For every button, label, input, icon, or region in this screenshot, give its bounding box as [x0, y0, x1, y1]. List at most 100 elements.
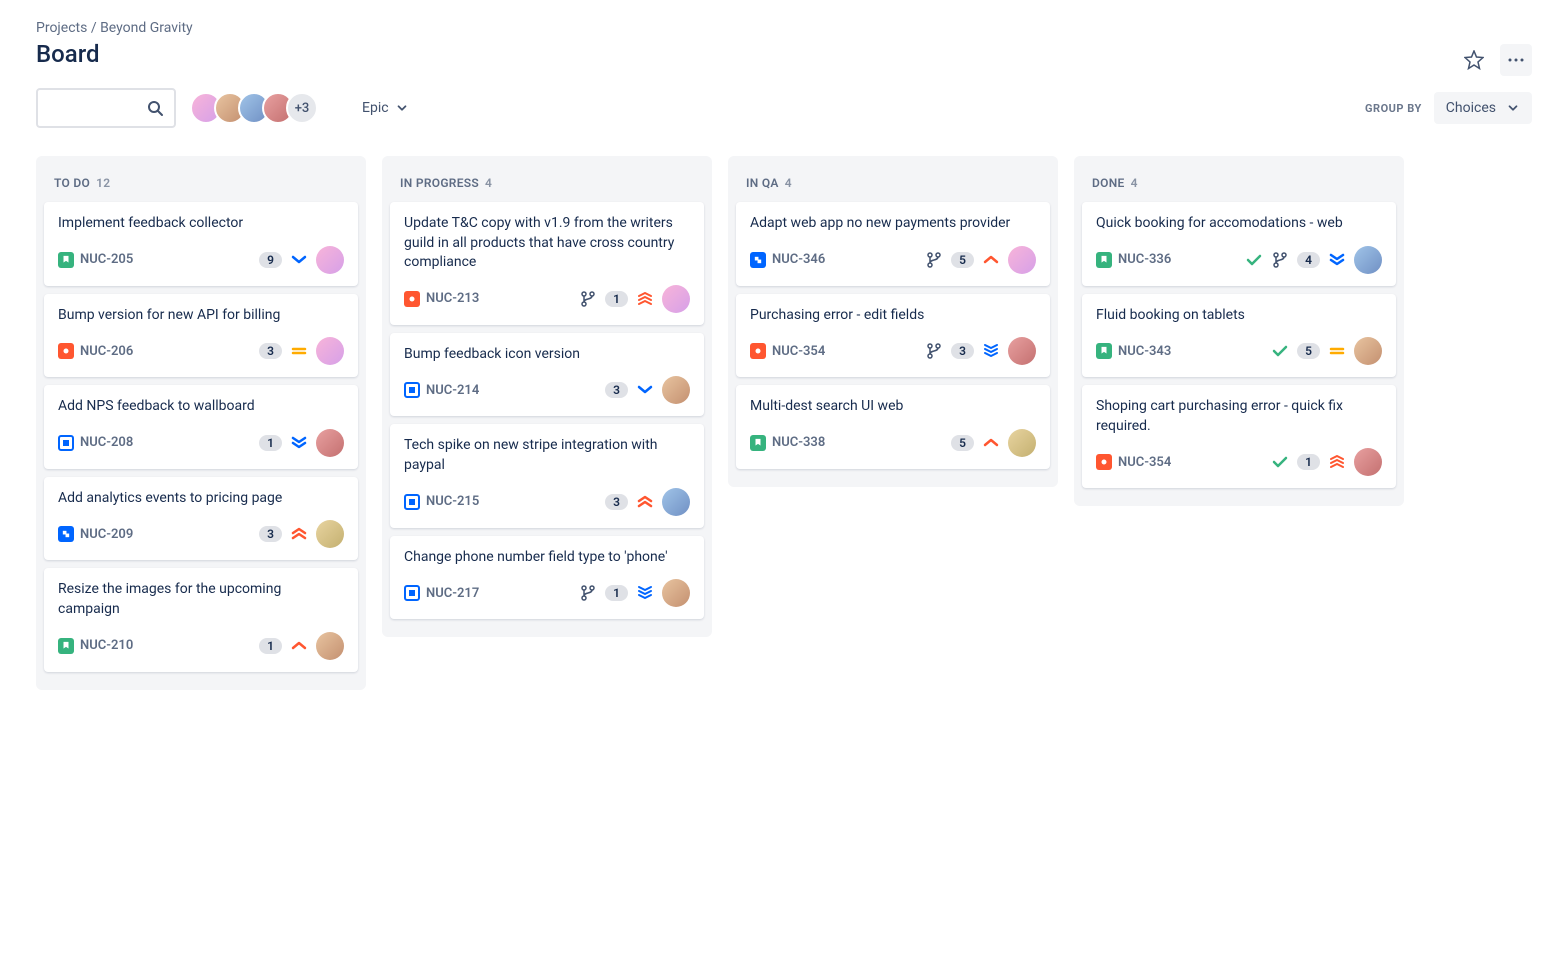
assignee-avatar[interactable] — [662, 376, 690, 404]
assignee-avatar[interactable] — [662, 285, 690, 313]
issue-card[interactable]: Change phone number field type to 'phone… — [390, 536, 704, 620]
assignee-avatar[interactable] — [662, 579, 690, 607]
breadcrumb-project[interactable]: Beyond Gravity — [100, 20, 193, 36]
assignee-avatar[interactable] — [316, 246, 344, 274]
column-header: TO DO12 — [44, 166, 358, 202]
card-title: Resize the images for the upcoming campa… — [58, 580, 344, 619]
issue-key: NUC-210 — [80, 638, 133, 653]
column-count: 4 — [1131, 176, 1138, 190]
search-input[interactable] — [36, 88, 176, 128]
issue-type-icon — [58, 638, 74, 654]
column-count: 12 — [96, 176, 110, 190]
issue-card[interactable]: Multi-dest search UI web NUC-338 5 — [736, 385, 1050, 469]
assignee-avatar[interactable] — [316, 520, 344, 548]
issue-card[interactable]: Add NPS feedback to wallboard NUC-208 1 — [44, 385, 358, 469]
chevron-down-icon — [1506, 101, 1520, 115]
breadcrumb-projects[interactable]: Projects — [36, 20, 87, 36]
story-points: 3 — [605, 382, 628, 398]
column-header: IN QA4 — [736, 166, 1050, 202]
search-icon — [146, 99, 164, 117]
priority-icon — [636, 381, 654, 399]
story-points: 3 — [259, 343, 282, 359]
issue-key: NUC-214 — [426, 383, 479, 398]
group-by-select[interactable]: Choices — [1434, 92, 1532, 124]
card-title: Purchasing error - edit fields — [750, 306, 1036, 326]
assignee-avatar[interactable] — [1008, 429, 1036, 457]
epic-filter[interactable]: Epic — [352, 92, 419, 124]
issue-card[interactable]: Quick booking for accomodations - web NU… — [1082, 202, 1396, 286]
issue-key: NUC-354 — [1118, 455, 1171, 470]
column-header: IN PROGRESS4 — [390, 166, 704, 202]
avatar-overflow[interactable]: +3 — [286, 92, 318, 124]
priority-icon — [982, 342, 1000, 360]
issue-type-icon — [58, 252, 74, 268]
column-header: DONE4 — [1082, 166, 1396, 202]
story-points: 1 — [605, 291, 628, 307]
issue-card[interactable]: Purchasing error - edit fields NUC-354 3 — [736, 294, 1050, 378]
issue-card[interactable]: Tech spike on new stripe integration wit… — [390, 424, 704, 527]
kanban-board: TO DO12 Implement feedback collector NUC… — [36, 156, 1532, 690]
assignee-avatar[interactable] — [662, 488, 690, 516]
story-points: 3 — [605, 494, 628, 510]
issue-type-icon — [750, 252, 766, 268]
issue-key: NUC-205 — [80, 252, 133, 267]
issue-card[interactable]: Resize the images for the upcoming campa… — [44, 568, 358, 671]
issue-card[interactable]: Shoping cart purchasing error - quick fi… — [1082, 385, 1396, 488]
assignee-avatar[interactable] — [316, 337, 344, 365]
branch-icon — [1271, 251, 1289, 269]
priority-icon — [290, 251, 308, 269]
assignee-avatar[interactable] — [1354, 448, 1382, 476]
assignee-avatar[interactable] — [316, 632, 344, 660]
star-button[interactable] — [1458, 44, 1490, 76]
story-points: 3 — [951, 343, 974, 359]
issue-key: NUC-213 — [426, 291, 479, 306]
priority-icon — [1328, 342, 1346, 360]
assignee-avatar[interactable] — [1354, 246, 1382, 274]
issue-card[interactable]: Add analytics events to pricing page NUC… — [44, 477, 358, 561]
issue-card[interactable]: Bump version for new API for billing NUC… — [44, 294, 358, 378]
card-title: Shoping cart purchasing error - quick fi… — [1096, 397, 1382, 436]
done-check-icon — [1245, 251, 1263, 269]
group-by: GROUP BY Choices — [1365, 92, 1532, 124]
issue-type-icon — [58, 526, 74, 542]
priority-icon — [290, 434, 308, 452]
priority-icon — [1328, 251, 1346, 269]
card-title: Implement feedback collector — [58, 214, 344, 234]
breadcrumb: Projects / Beyond Gravity — [36, 20, 1532, 36]
assignee-avatar[interactable] — [1008, 246, 1036, 274]
issue-card[interactable]: Implement feedback collector NUC-205 9 — [44, 202, 358, 286]
card-title: Multi-dest search UI web — [750, 397, 1036, 417]
issue-card[interactable]: Adapt web app no new payments provider N… — [736, 202, 1050, 286]
issue-card[interactable]: Update T&C copy with v1.9 from the write… — [390, 202, 704, 325]
issue-type-icon — [1096, 343, 1112, 359]
issue-card[interactable]: Bump feedback icon version NUC-214 3 — [390, 333, 704, 417]
epic-filter-label: Epic — [362, 100, 389, 116]
story-points: 9 — [259, 252, 282, 268]
branch-icon — [925, 342, 943, 360]
assignee-avatar[interactable] — [1008, 337, 1036, 365]
priority-icon — [982, 434, 1000, 452]
story-points: 1 — [259, 638, 282, 654]
more-button[interactable] — [1500, 44, 1532, 76]
priority-icon — [636, 290, 654, 308]
assignee-avatar[interactable] — [316, 429, 344, 457]
board-column-done: DONE4 Quick booking for accomodations - … — [1074, 156, 1404, 506]
story-points: 3 — [259, 526, 282, 542]
issue-card[interactable]: Fluid booking on tablets NUC-343 5 — [1082, 294, 1396, 378]
issue-type-icon — [404, 382, 420, 398]
card-title: Adapt web app no new payments provider — [750, 214, 1036, 234]
issue-key: NUC-215 — [426, 494, 479, 509]
page-title: Board — [36, 40, 1532, 68]
issue-key: NUC-346 — [772, 252, 825, 267]
issue-type-icon — [750, 435, 766, 451]
assignee-avatar[interactable] — [1354, 337, 1382, 365]
card-title: Quick booking for accomodations - web — [1096, 214, 1382, 234]
board-column-inqa: IN QA4 Adapt web app no new payments pro… — [728, 156, 1058, 487]
story-points: 1 — [1297, 454, 1320, 470]
issue-type-icon — [58, 343, 74, 359]
assignee-filter: +3 — [190, 92, 318, 124]
story-points: 5 — [1297, 343, 1320, 359]
issue-type-icon — [404, 291, 420, 307]
board-column-inprogress: IN PROGRESS4 Update T&C copy with v1.9 f… — [382, 156, 712, 637]
issue-key: NUC-206 — [80, 344, 133, 359]
